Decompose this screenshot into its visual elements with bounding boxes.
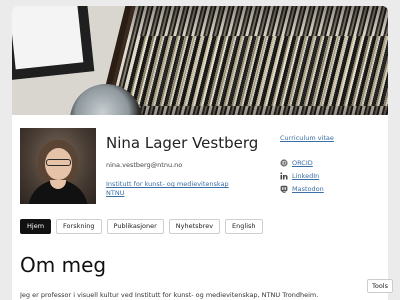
linkedin-icon — [280, 171, 288, 180]
orcid-icon: iD — [280, 158, 288, 167]
social-links: iD ORCID LinkedIn Mastodon — [280, 156, 324, 195]
tools-button[interactable]: Tools — [367, 279, 393, 293]
tab-forskning[interactable]: Forskning — [56, 219, 102, 234]
social-link-linkedin[interactable]: LinkedIn — [280, 169, 324, 182]
social-link-label[interactable]: Mastodon — [292, 185, 324, 193]
banner-photo — [12, 6, 388, 115]
section-heading: Om meg — [20, 253, 107, 277]
mastodon-icon — [280, 185, 288, 193]
affiliation-link[interactable]: Institutt for kunst- og medievitenskap N… — [106, 180, 236, 198]
tab-nyhetsbrev[interactable]: Nyhetsbrev — [168, 219, 221, 234]
profile-email[interactable]: nina.vestberg@ntnu.no — [106, 161, 182, 169]
profile-photo — [20, 128, 96, 204]
affiliation-department[interactable]: Institutt for kunst- og medievitenskap — [106, 180, 236, 189]
tab-hjem[interactable]: Hjem — [20, 219, 52, 234]
main-nav: Hjem Forskning Publikasjoner Nyhetsbrev … — [20, 219, 263, 234]
affiliation-institution[interactable]: NTNU — [106, 189, 236, 198]
cv-link[interactable]: Curriculum vitae — [280, 134, 334, 142]
profile-links: Curriculum vitae — [280, 134, 334, 142]
intro-text: Jeg er professor i visuell kultur ved In… — [20, 291, 319, 299]
social-link-label[interactable]: ORCID — [292, 159, 313, 167]
social-link-orcid[interactable]: iD ORCID — [280, 156, 324, 169]
social-link-mastodon[interactable]: Mastodon — [280, 182, 324, 195]
social-link-label[interactable]: LinkedIn — [292, 172, 319, 180]
tab-publikasjoner[interactable]: Publikasjoner — [106, 219, 164, 234]
svg-text:iD: iD — [282, 160, 287, 166]
tab-english[interactable]: English — [225, 219, 263, 234]
profile-name: Nina Lager Vestberg — [106, 134, 259, 152]
